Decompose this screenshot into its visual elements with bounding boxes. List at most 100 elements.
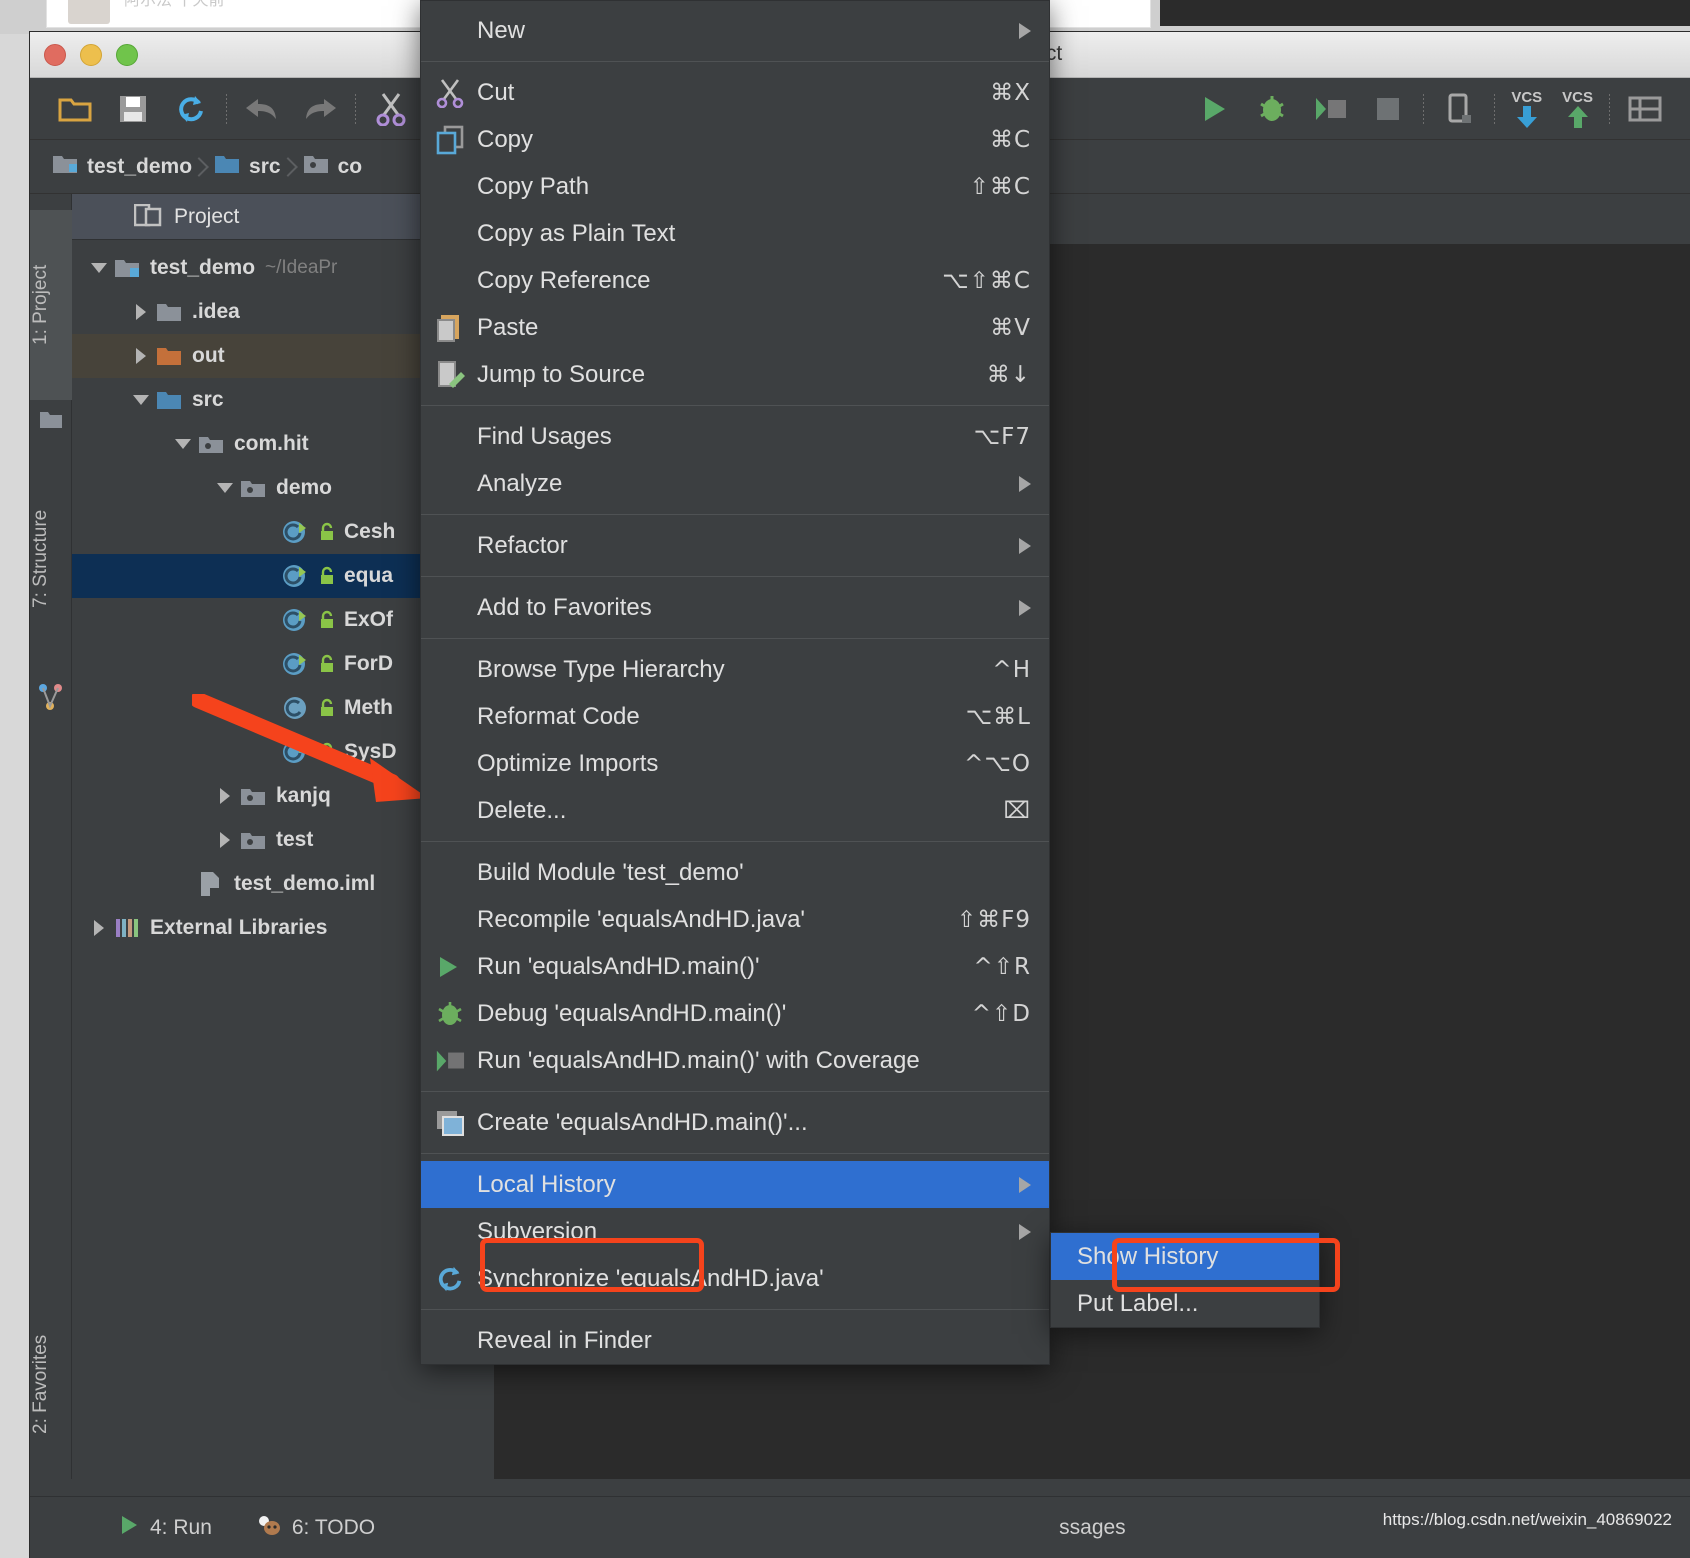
chevron-right-icon[interactable]	[214, 785, 236, 807]
breadcrumb-label: test_demo	[87, 154, 193, 178]
undo-icon[interactable]	[243, 90, 281, 128]
redo-icon[interactable]	[301, 90, 339, 128]
chevron-right-icon[interactable]	[130, 345, 152, 367]
libraries-icon	[114, 915, 140, 941]
cut-icon[interactable]	[372, 90, 410, 128]
menu-item-shortcut: ⌘↓	[986, 361, 1031, 388]
menu-item-label: Cut	[477, 78, 515, 106]
vcs-update-icon[interactable]: VCS	[1511, 90, 1542, 128]
run-icon	[435, 952, 465, 982]
menu-item[interactable]: Find Usages ⌥F7	[421, 413, 1049, 460]
tree-row-label: SysD	[344, 740, 397, 763]
chevron-down-icon[interactable]	[130, 389, 152, 411]
menu-item-label: Synchronize 'equalsAndHD.java'	[477, 1264, 824, 1292]
open-folder-icon[interactable]	[56, 90, 94, 128]
breadcrumb-item-package[interactable]: co	[299, 153, 379, 181]
run-coverage-icon[interactable]	[1311, 90, 1349, 128]
menu-item[interactable]: Delete... ⌧	[421, 787, 1049, 834]
menu-item[interactable]: Optimize Imports ^⌥O	[421, 740, 1049, 787]
stop-icon[interactable]	[1369, 90, 1407, 128]
tree-row-label: ExOf	[344, 608, 394, 631]
breadcrumb-item-test_demo[interactable]: test_demo	[48, 153, 208, 181]
menu-item[interactable]: Copy Path ⇧⌘C	[421, 163, 1049, 210]
breadcrumb-label: co	[337, 154, 363, 178]
settings-structure-icon[interactable]	[1626, 90, 1664, 128]
menu-item[interactable]: Reformat Code ⌥⌘L	[421, 693, 1049, 740]
menu-item[interactable]: Debug 'equalsAndHD.main()' ^⇧D	[421, 990, 1049, 1037]
menu-item[interactable]: Subversion	[421, 1208, 1049, 1255]
tree-row-label: ForD	[344, 652, 393, 675]
sync-icon[interactable]	[172, 90, 210, 128]
menu-item[interactable]: Reveal in Finder	[421, 1317, 1049, 1364]
status-item-todo[interactable]: 6: TODO	[256, 1514, 375, 1542]
breadcrumb-item-src[interactable]: src	[210, 153, 297, 181]
menu-item-label: Copy	[477, 125, 534, 153]
menu-item-label: Analyze	[477, 469, 563, 497]
menu-item[interactable]: Add to Favorites	[421, 584, 1049, 631]
menu-separator	[421, 61, 1049, 62]
menu-separator	[421, 638, 1049, 639]
menu-item[interactable]: Recompile 'equalsAndHD.java' ⇧⌘F9	[421, 896, 1049, 943]
menu-item[interactable]: Browse Type Hierarchy ^H	[421, 646, 1049, 693]
unlock-icon	[318, 610, 336, 630]
save-all-icon[interactable]	[114, 90, 152, 128]
menu-item[interactable]: Refactor	[421, 522, 1049, 569]
toolbar-group-history	[227, 90, 355, 128]
chevron-right-icon[interactable]	[214, 829, 236, 851]
unlock-icon	[318, 698, 336, 718]
toolbar-group-structure	[1610, 90, 1680, 128]
android-device-icon[interactable]	[1440, 90, 1478, 128]
menu-item[interactable]: Paste ⌘V	[421, 304, 1049, 351]
menu-item[interactable]: Synchronize 'equalsAndHD.java'	[421, 1255, 1049, 1302]
menu-item-shortcut: ^⌥O	[964, 750, 1031, 777]
menu-item[interactable]: Copy ⌘C	[421, 116, 1049, 163]
menu-item[interactable]: Cut ⌘X	[421, 69, 1049, 116]
chevron-down-icon[interactable]	[172, 433, 194, 455]
tree-row-label: out	[192, 344, 225, 367]
submenu-arrow-icon	[1019, 1176, 1031, 1193]
menu-item[interactable]: Copy as Plain Text	[421, 210, 1049, 257]
vcs-label: VCS	[1562, 88, 1593, 106]
sidebar-item-structure[interactable]: 7: Structure	[30, 444, 72, 674]
sidebar-item-project[interactable]: 1: Project	[30, 210, 72, 400]
iml-file-icon	[198, 871, 224, 897]
menu-item-label: Recompile 'equalsAndHD.java'	[477, 905, 805, 933]
chevron-right-icon[interactable]	[130, 301, 152, 323]
run-icon	[118, 1514, 140, 1542]
menu-item[interactable]: Copy Reference ⌥⇧⌘C	[421, 257, 1049, 304]
source-folder-icon	[214, 153, 240, 181]
context-menu: New Cut ⌘X Copy ⌘C Copy Path ⇧⌘C Copy as Plain …	[420, 0, 1050, 1365]
menu-item[interactable]: Create 'equalsAndHD.main()'...	[421, 1099, 1049, 1146]
menu-item-shortcut: ^⇧D	[971, 1000, 1031, 1027]
sidebar-item-favorites[interactable]: 2: Favorites	[30, 1274, 72, 1494]
folder-icon	[156, 299, 182, 325]
menu-item[interactable]: Local History	[421, 1161, 1049, 1208]
tree-row-label: src	[192, 388, 224, 411]
menu-item[interactable]: Build Module 'test_demo'	[421, 849, 1049, 896]
background-code-panel	[1160, 0, 1690, 26]
menu-separator	[421, 405, 1049, 406]
status-label: ssages	[1059, 1515, 1126, 1539]
submenu-item[interactable]: Show History	[1051, 1233, 1319, 1280]
chevron-right-icon[interactable]	[88, 917, 110, 939]
submenu-arrow-icon	[1019, 475, 1031, 492]
status-item-run[interactable]: 4: Run	[118, 1514, 212, 1542]
chevron-down-icon[interactable]	[214, 477, 236, 499]
vcs-commit-icon[interactable]: VCS	[1562, 90, 1593, 128]
submenu-item[interactable]: Put Label...	[1051, 1280, 1319, 1327]
java-runnable-class-icon	[282, 563, 308, 589]
menu-item[interactable]: Run 'equalsAndHD.main()' with Coverage	[421, 1037, 1049, 1084]
menu-item[interactable]: Run 'equalsAndHD.main()' ^⇧R	[421, 943, 1049, 990]
menu-item-shortcut: ⌧	[1003, 797, 1031, 824]
java-runnable-class-icon	[282, 739, 308, 765]
menu-item[interactable]: Jump to Source ⌘↓	[421, 351, 1049, 398]
chevron-down-icon[interactable]	[88, 257, 110, 279]
debug-icon[interactable]	[1253, 90, 1291, 128]
menu-item[interactable]: New	[421, 7, 1049, 54]
toolbar-group-vcs: VCS VCS	[1495, 90, 1609, 128]
copy-icon	[435, 125, 465, 155]
status-item-messages[interactable]: ssages	[1059, 1516, 1126, 1540]
run-icon[interactable]	[1195, 90, 1233, 128]
unlock-icon	[318, 522, 336, 542]
menu-item[interactable]: Analyze	[421, 460, 1049, 507]
